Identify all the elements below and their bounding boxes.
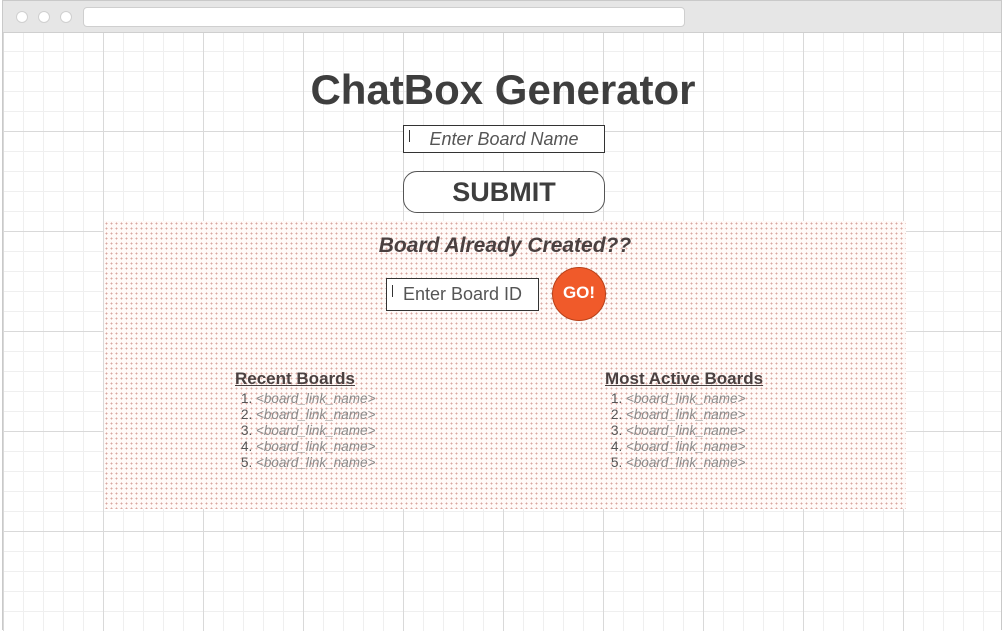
existing-board-heading: Board Already Created?? <box>378 234 632 257</box>
list-item: <board_link_name> <box>256 391 375 407</box>
active-boards-list: <board_link_name> <board_link_name> <boa… <box>605 391 763 471</box>
board-link[interactable]: <board_link_name> <box>256 439 375 454</box>
board-link[interactable]: <board_link_name> <box>626 423 745 438</box>
list-item: <board_link_name> <box>256 423 375 439</box>
window-minimize-dot[interactable] <box>38 11 50 23</box>
board-name-input[interactable]: Enter Board Name <box>403 125 605 153</box>
list-item: <board_link_name> <box>626 439 763 455</box>
list-item: <board_link_name> <box>626 391 763 407</box>
browser-titlebar <box>3 1 1001 33</box>
window-maximize-dot[interactable] <box>60 11 72 23</box>
submit-button[interactable]: SUBMIT <box>403 171 605 213</box>
board-id-placeholder: Enter Board ID <box>403 284 523 304</box>
list-item: <board_link_name> <box>626 455 763 471</box>
board-link[interactable]: <board_link_name> <box>626 407 745 422</box>
go-button[interactable]: GO! <box>552 267 606 321</box>
list-item: <board_link_name> <box>256 439 375 455</box>
board-link[interactable]: <board_link_name> <box>626 455 745 470</box>
board-link[interactable]: <board_link_name> <box>626 391 745 406</box>
address-bar[interactable] <box>83 7 685 27</box>
board-link[interactable]: <board_link_name> <box>256 407 375 422</box>
board-id-input[interactable]: Enter Board ID <box>386 278 539 311</box>
active-boards-heading: Most Active Boards <box>605 369 764 388</box>
board-link[interactable]: <board_link_name> <box>626 439 745 454</box>
list-item: <board_link_name> <box>626 423 763 439</box>
page-title: ChatBox Generator <box>310 66 696 113</box>
list-item: <board_link_name> <box>626 407 763 423</box>
text-cursor <box>392 285 393 297</box>
browser-window: ChatBox Generator Enter Board Name SUBMI… <box>2 0 1002 631</box>
list-item: <board_link_name> <box>256 455 375 471</box>
board-name-placeholder: Enter Board Name <box>429 129 579 149</box>
active-boards-section: Most Active Boards <board_link_name> <bo… <box>605 369 763 471</box>
existing-board-panel: Board Already Created?? Enter Board ID G… <box>104 221 906 509</box>
board-link[interactable]: <board_link_name> <box>256 455 375 470</box>
recent-boards-section: Recent Boards <board_link_name> <board_l… <box>235 369 375 471</box>
list-item: <board_link_name> <box>256 407 375 423</box>
window-close-dot[interactable] <box>16 11 28 23</box>
recent-boards-list: <board_link_name> <board_link_name> <boa… <box>235 391 375 471</box>
board-link[interactable]: <board_link_name> <box>256 423 375 438</box>
board-link[interactable]: <board_link_name> <box>256 391 375 406</box>
recent-boards-heading: Recent Boards <box>235 369 355 388</box>
page-canvas: ChatBox Generator Enter Board Name SUBMI… <box>3 33 1001 631</box>
